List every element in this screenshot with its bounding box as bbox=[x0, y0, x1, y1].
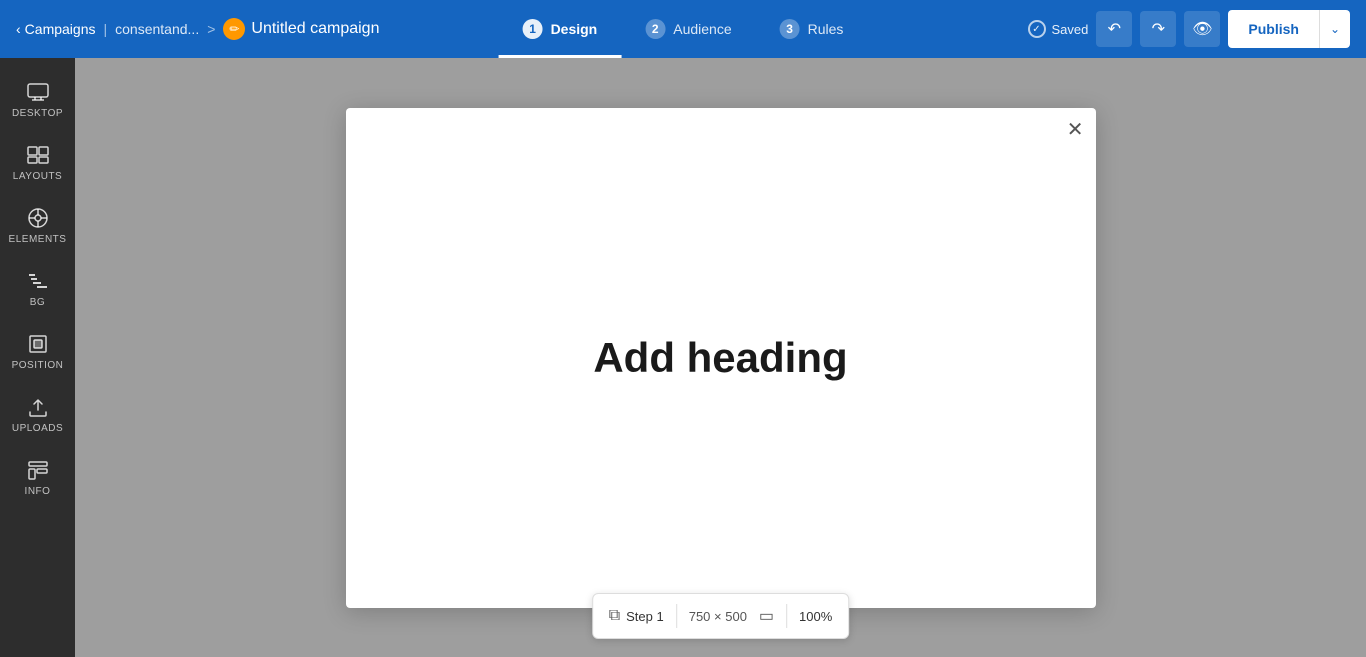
main-layout: DESKTOP LAYOUTS bbox=[0, 58, 1366, 657]
eye-icon: 👁 bbox=[1192, 19, 1212, 39]
modal-popup[interactable]: ✕ Add heading bbox=[346, 108, 1096, 608]
tab-audience[interactable]: 2 Audience bbox=[621, 0, 755, 58]
sidebar-item-bg-label: BG bbox=[30, 297, 45, 308]
tab-rules-label: Rules bbox=[808, 21, 844, 37]
modal-heading[interactable]: Add heading bbox=[593, 334, 847, 382]
sidebar-item-uploads[interactable]: UPLOADS bbox=[0, 385, 75, 444]
sidebar-item-bg[interactable]: BG bbox=[0, 259, 75, 318]
sidebar-item-position-label: POSITION bbox=[12, 360, 64, 371]
bottom-status-bar: ⧉ Step 1 750 × 500 ▭ 100% bbox=[592, 593, 850, 639]
step-label: Step 1 bbox=[626, 609, 664, 624]
sidebar-item-info[interactable]: INFO bbox=[0, 448, 75, 507]
breadcrumb-campaign[interactable]: consentand... bbox=[115, 21, 199, 37]
saved-label: Saved bbox=[1052, 22, 1089, 37]
sidebar-item-position[interactable]: POSITION bbox=[0, 322, 75, 381]
modal-close-button[interactable]: ✕ bbox=[1067, 120, 1084, 140]
saved-check-icon: ✓ bbox=[1028, 20, 1046, 38]
campaign-title-wrap: ✏ Untitled campaign bbox=[223, 18, 379, 40]
publish-dropdown-button[interactable]: ⌄ bbox=[1319, 10, 1350, 48]
preview-button[interactable]: 👁 bbox=[1184, 11, 1220, 47]
screen-icon: ▭ bbox=[759, 606, 774, 626]
sidebar-item-uploads-label: UPLOADS bbox=[12, 423, 63, 434]
step-info: ⧉ Step 1 bbox=[609, 607, 664, 625]
tab-audience-num: 2 bbox=[645, 19, 665, 39]
zoom-level-label: 100% bbox=[799, 609, 832, 624]
canvas-area: ✕ Add heading Powered by Adoric ⧉ Step 1… bbox=[75, 58, 1366, 657]
canvas-size-label: 750 × 500 bbox=[689, 609, 747, 624]
back-chevron-icon: ‹ bbox=[16, 21, 21, 37]
undo-button[interactable]: ↶ bbox=[1096, 11, 1132, 47]
tab-design-num: 1 bbox=[523, 19, 543, 39]
position-icon bbox=[26, 332, 50, 356]
sidebar: DESKTOP LAYOUTS bbox=[0, 58, 75, 657]
nav-tabs: 1 Design 2 Audience 3 Rules bbox=[499, 0, 868, 58]
sidebar-item-desktop-label: DESKTOP bbox=[12, 108, 63, 119]
sidebar-item-layouts[interactable]: LAYOUTS bbox=[0, 133, 75, 192]
publish-wrap: Publish ⌄ bbox=[1228, 10, 1350, 48]
elements-icon bbox=[26, 206, 50, 230]
tab-rules-num: 3 bbox=[780, 19, 800, 39]
breadcrumb-sep1: | bbox=[104, 21, 108, 37]
divider1 bbox=[676, 604, 677, 628]
redo-icon: ↷ bbox=[1152, 19, 1165, 39]
sidebar-item-desktop[interactable]: DESKTOP bbox=[0, 70, 75, 129]
topnav: ‹ Campaigns | consentand... > ✏ Untitled… bbox=[0, 0, 1366, 58]
undo-icon: ↶ bbox=[1108, 19, 1121, 39]
tab-audience-label: Audience bbox=[673, 21, 731, 37]
tab-rules[interactable]: 3 Rules bbox=[756, 0, 868, 58]
bg-icon bbox=[26, 269, 50, 293]
sidebar-item-elements-label: ELEMENTS bbox=[9, 234, 67, 245]
modal-container: ✕ Add heading Powered by Adoric bbox=[346, 108, 1096, 608]
uploads-icon bbox=[26, 395, 50, 419]
desktop-icon bbox=[26, 80, 50, 104]
layouts-icon bbox=[26, 143, 50, 167]
tab-design-label: Design bbox=[551, 21, 598, 37]
tab-design[interactable]: 1 Design bbox=[499, 0, 622, 58]
saved-badge: ✓ Saved bbox=[1028, 20, 1089, 38]
sidebar-item-info-label: INFO bbox=[25, 486, 51, 497]
info-icon bbox=[26, 458, 50, 482]
sidebar-item-elements[interactable]: ELEMENTS bbox=[0, 196, 75, 255]
topnav-right: ✓ Saved ↶ ↷ 👁 Publish ⌄ bbox=[1028, 10, 1351, 48]
divider2 bbox=[786, 604, 787, 628]
campaign-title[interactable]: Untitled campaign bbox=[251, 20, 379, 38]
campaigns-link[interactable]: ‹ Campaigns bbox=[16, 21, 96, 37]
breadcrumb-sep2: > bbox=[207, 21, 215, 37]
redo-button[interactable]: ↷ bbox=[1140, 11, 1176, 47]
campaigns-label: Campaigns bbox=[25, 21, 96, 37]
publish-button[interactable]: Publish bbox=[1228, 10, 1319, 48]
step-icon: ⧉ bbox=[609, 607, 620, 625]
sidebar-item-layouts-label: LAYOUTS bbox=[13, 171, 62, 182]
campaign-icon: ✏ bbox=[223, 18, 245, 40]
